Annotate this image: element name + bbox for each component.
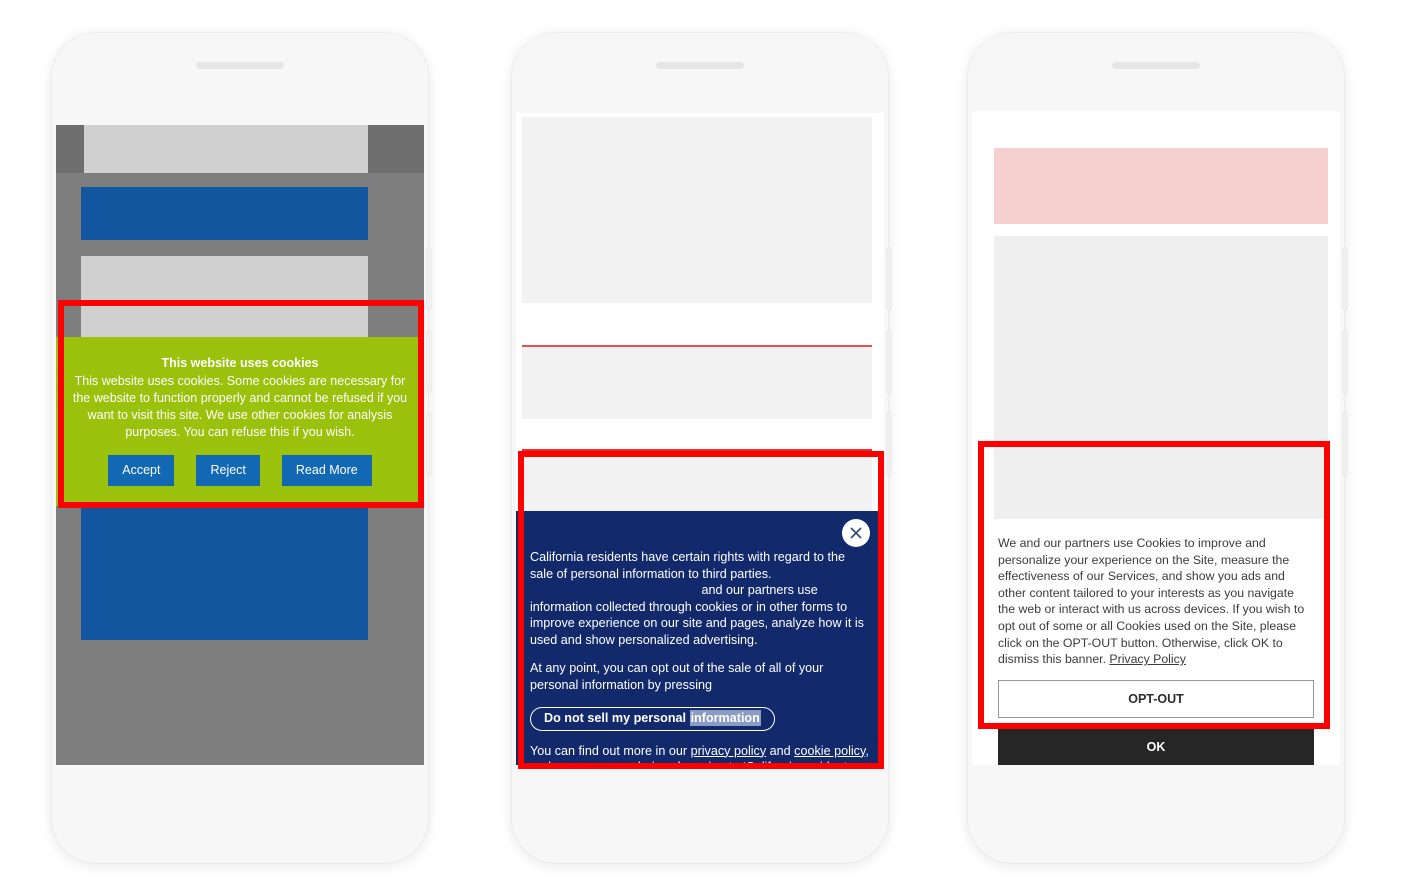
phone-1-volume-down-button[interactable] bbox=[427, 331, 431, 393]
phone-1-top-left-dark-corner bbox=[56, 125, 84, 173]
phone-2-device: California residents have certain rights… bbox=[512, 33, 891, 863]
phone-1-banner-highlight bbox=[58, 300, 424, 508]
phone-1-hero-blue-block bbox=[81, 187, 368, 240]
ok-button[interactable]: OK bbox=[998, 727, 1314, 765]
phone-3-pink-hero-block bbox=[994, 148, 1328, 224]
phone-3-banner-highlight bbox=[978, 441, 1330, 729]
phone-1-device: This website uses cookies This website u… bbox=[52, 33, 431, 863]
phone-1-earpiece-speaker bbox=[196, 62, 284, 69]
phone-1-volume-up-button[interactable] bbox=[427, 248, 431, 310]
phone-2-volume-down-button[interactable] bbox=[887, 331, 891, 393]
phone-1-power-button[interactable] bbox=[427, 413, 431, 475]
screenshot-canvas: This website uses cookies This website u… bbox=[0, 0, 1404, 892]
phone-2-volume-up-button[interactable] bbox=[887, 248, 891, 310]
phone-3-volume-down-button[interactable] bbox=[1343, 331, 1347, 393]
phone-3-earpiece-speaker bbox=[1112, 62, 1200, 69]
phone-2-content-block-1 bbox=[522, 117, 872, 303]
phone-2-earpiece-speaker bbox=[656, 62, 744, 69]
phone-2-content-block-2 bbox=[522, 347, 872, 419]
phone-2-power-button[interactable] bbox=[887, 413, 891, 475]
phone-3-volume-up-button[interactable] bbox=[1343, 248, 1347, 310]
phone-1-header-strip bbox=[84, 125, 368, 173]
phone-2-banner-highlight bbox=[518, 451, 884, 769]
phone-3-device: We and our partners use Cookies to impro… bbox=[968, 33, 1347, 863]
phone-3-power-button[interactable] bbox=[1343, 413, 1347, 475]
phone-1-top-right-dark-corner bbox=[368, 125, 424, 173]
